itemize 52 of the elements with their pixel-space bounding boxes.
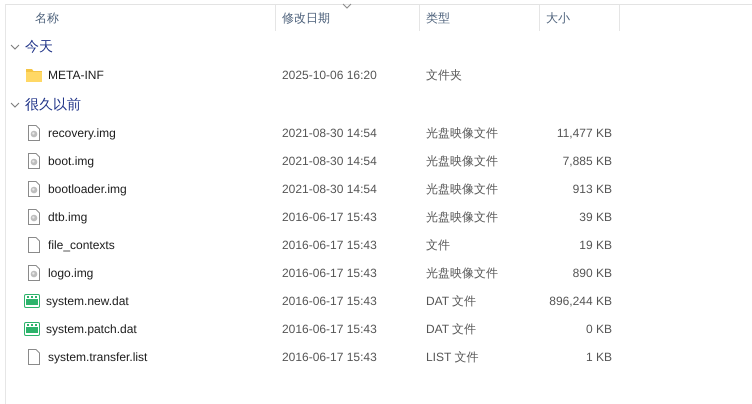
group-header[interactable]: 很久以前 xyxy=(6,91,752,119)
modified-date: 2021-08-30 14:54 xyxy=(282,182,377,196)
file-size: 1 KB xyxy=(586,350,612,364)
file-name[interactable]: system.patch.dat xyxy=(46,322,137,336)
file-size: 19 KB xyxy=(579,238,612,252)
file-icon xyxy=(28,349,40,365)
disc-file-icon xyxy=(28,209,40,225)
disc-file-icon xyxy=(28,125,40,141)
file-type: DAT 文件 xyxy=(426,294,476,308)
folder-icon xyxy=(26,68,42,82)
file-type: 光盘映像文件 xyxy=(426,154,498,168)
file-name[interactable]: recovery.img xyxy=(48,126,116,140)
file-name[interactable]: dtb.img xyxy=(48,210,88,224)
file-name[interactable]: system.new.dat xyxy=(46,294,129,308)
modified-date: 2016-06-17 15:43 xyxy=(282,238,377,252)
file-type: LIST 文件 xyxy=(426,350,478,364)
file-name[interactable]: bootloader.img xyxy=(48,182,127,196)
file-size: 913 KB xyxy=(572,182,612,196)
file-type: DAT 文件 xyxy=(426,322,476,336)
disc-file-icon xyxy=(28,181,40,197)
modified-date: 2025-10-06 16:20 xyxy=(282,68,377,82)
file-name[interactable]: file_contexts xyxy=(48,238,115,252)
file-size: 11,477 KB xyxy=(556,126,612,140)
file-size: 890 KB xyxy=(572,266,612,280)
file-name[interactable]: META-INF xyxy=(48,68,104,82)
video-file-icon xyxy=(24,294,40,308)
file-size: 896,244 KB xyxy=(549,294,612,308)
sort-caret-icon xyxy=(342,3,352,9)
disc-file-icon xyxy=(28,265,40,281)
modified-date: 2021-08-30 14:54 xyxy=(282,126,377,140)
file-name[interactable]: boot.img xyxy=(48,154,94,168)
file-name[interactable]: logo.img xyxy=(48,266,94,280)
modified-date: 2021-08-30 14:54 xyxy=(282,154,377,168)
file-type: 光盘映像文件 xyxy=(426,182,498,196)
file-type: 文件夹 xyxy=(426,68,462,82)
modified-date: 2016-06-17 15:43 xyxy=(282,294,377,308)
file-type: 文件 xyxy=(426,238,450,252)
group-header[interactable]: 今天 xyxy=(6,33,752,61)
file-size: 39 KB xyxy=(579,210,612,224)
disc-file-icon xyxy=(28,153,40,169)
file-type: 光盘映像文件 xyxy=(426,210,498,224)
modified-date: 2016-06-17 15:43 xyxy=(282,350,377,364)
file-type: 光盘映像文件 xyxy=(426,266,498,280)
modified-date: 2016-06-17 15:43 xyxy=(282,322,377,336)
modified-date: 2016-06-17 15:43 xyxy=(282,210,377,224)
file-size: 7,885 KB xyxy=(562,154,612,168)
video-file-icon xyxy=(24,322,40,336)
file-name[interactable]: system.transfer.list xyxy=(48,350,148,364)
file-type: 光盘映像文件 xyxy=(426,126,498,140)
file-size: 0 KB xyxy=(586,322,612,336)
modified-date: 2016-06-17 15:43 xyxy=(282,266,377,280)
file-icon xyxy=(28,237,40,253)
